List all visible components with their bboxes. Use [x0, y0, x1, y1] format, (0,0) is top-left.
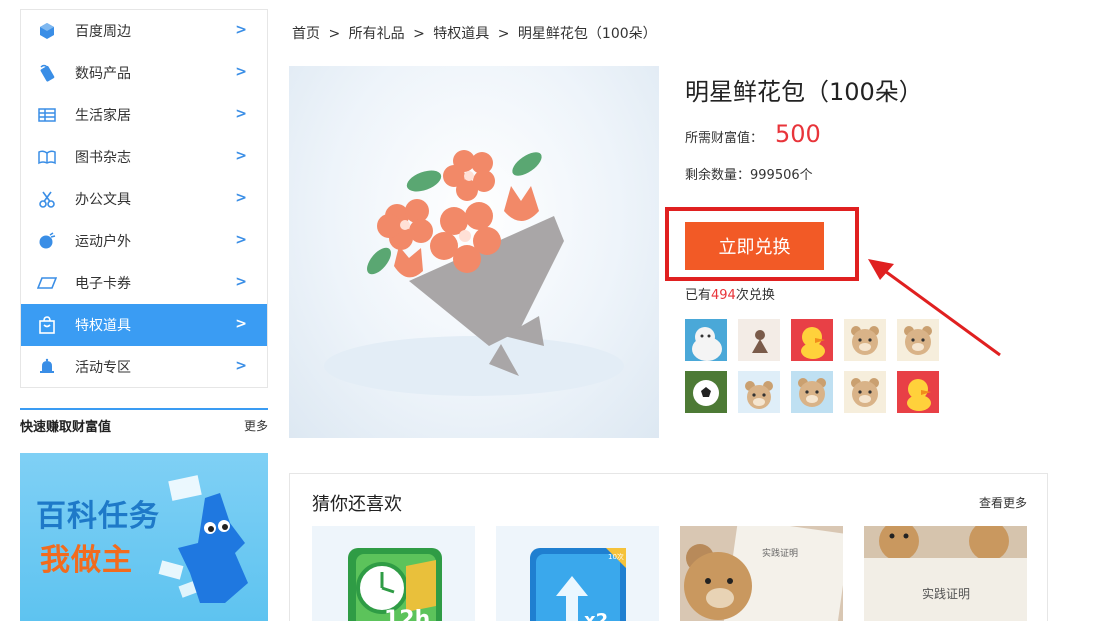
- product-image: [289, 66, 659, 438]
- breadcrumb-separator: >: [328, 26, 341, 42]
- count-suffix: 次兑换: [735, 288, 775, 303]
- avatar[interactable]: [897, 319, 939, 361]
- recommend-item[interactable]: 实践证明: [680, 526, 843, 621]
- sidebar-item-label: 运动户外: [75, 234, 131, 250]
- chevron-right-icon: >: [235, 358, 247, 374]
- redeemer-avatars: [685, 319, 945, 413]
- sidebar-item-label: 电子卡券: [75, 276, 131, 292]
- cube-icon: [37, 21, 57, 41]
- category-sidebar: 百度周边 > 数码产品 > 生活家居 > 图书杂志 > 办公文具 > 运动户外 …: [20, 9, 268, 388]
- double-label: x2: [584, 610, 608, 621]
- stock-label: 剩余数量：: [685, 168, 751, 183]
- avatar[interactable]: [791, 319, 833, 361]
- bell-icon: [37, 357, 57, 377]
- breadcrumb-current: 明星鲜花包（100朵）: [517, 26, 657, 42]
- sidebar-item-sports[interactable]: 运动户外 >: [21, 220, 267, 262]
- sidebar-item-books[interactable]: 图书杂志 >: [21, 136, 267, 178]
- recommend-item[interactable]: 12h: [312, 526, 475, 621]
- price-label: 所需财富值：: [685, 131, 764, 146]
- certificate-label: 实践证明: [922, 586, 970, 601]
- sidebar-item-home[interactable]: 生活家居 >: [21, 94, 267, 136]
- redeem-button[interactable]: 立即兑换: [685, 222, 824, 270]
- chevron-right-icon: >: [235, 232, 247, 248]
- page: 百度周边 > 数码产品 > 生活家居 > 图书杂志 > 办公文具 > 运动户外 …: [0, 0, 1098, 621]
- chevron-right-icon: >: [235, 274, 247, 290]
- count-number: 494: [711, 288, 736, 303]
- scissors-icon: [37, 189, 57, 209]
- ball-icon: [37, 231, 57, 251]
- sidebar-item-label: 百度周边: [75, 24, 131, 40]
- certificate-bears-image: 实践证明: [864, 526, 1027, 621]
- chevron-right-icon: >: [235, 190, 247, 206]
- count-prefix: 已有: [685, 288, 712, 303]
- recommend-item[interactable]: 实践证明: [864, 526, 1027, 621]
- chevron-right-icon: >: [235, 22, 247, 38]
- sidebar-item-privilege[interactable]: 特权道具 >: [21, 304, 267, 346]
- quick-earn-title: 快速赚取财富值: [20, 419, 112, 435]
- clock-card-image: 12h: [312, 526, 475, 621]
- price-value: 500: [775, 120, 821, 148]
- sidebar-item-label: 特权道具: [75, 318, 131, 334]
- sidebar-item-label: 生活家居: [75, 108, 131, 124]
- banner-line1: 百科任务: [36, 499, 160, 534]
- price-row: 所需财富值： 500: [685, 120, 821, 148]
- double-badge: 10次: [608, 552, 624, 561]
- certificate-label: 实践证明: [762, 547, 798, 559]
- avatar[interactable]: [897, 371, 939, 413]
- avatar[interactable]: [685, 371, 727, 413]
- breadcrumb: 首页 > 所有礼品 > 特权道具 > 明星鲜花包（100朵）: [292, 23, 661, 43]
- chevron-right-icon: >: [235, 64, 247, 80]
- quick-earn-more-link[interactable]: 更多: [244, 417, 268, 434]
- product-title: 明星鲜花包（100朵）: [685, 78, 923, 106]
- double-card-image: x2 10次: [496, 526, 659, 621]
- sidebar-item-baidu-merch[interactable]: 百度周边 >: [21, 10, 267, 52]
- banner-line2: 我做主: [40, 543, 133, 578]
- avatar[interactable]: [738, 319, 780, 361]
- clock-label: 12h: [384, 607, 430, 621]
- bag-icon: [37, 315, 57, 335]
- bouquet-illustration: [324, 150, 624, 396]
- avatar[interactable]: [844, 371, 886, 413]
- phone-icon: [37, 63, 57, 83]
- quick-earn-header: 快速赚取财富值 更多: [20, 408, 268, 440]
- table-icon: [37, 105, 57, 125]
- chevron-right-icon: >: [235, 316, 247, 332]
- sidebar-item-label: 数码产品: [75, 66, 131, 82]
- sidebar-item-label: 活动专区: [75, 360, 131, 376]
- chevron-right-icon: >: [235, 148, 247, 164]
- breadcrumb-home[interactable]: 首页: [292, 26, 320, 42]
- stock-value: 999506个: [750, 168, 813, 183]
- stock-row: 剩余数量：999506个: [685, 164, 813, 183]
- breadcrumb-separator: >: [413, 26, 425, 42]
- sidebar-item-ecards[interactable]: 电子卡券 >: [21, 262, 267, 304]
- recommendations-more-link[interactable]: 查看更多: [979, 494, 1027, 511]
- avatar[interactable]: [738, 371, 780, 413]
- task-banner[interactable]: 百科任务 我做主: [20, 453, 268, 621]
- sidebar-item-events[interactable]: 活动专区 >: [21, 346, 267, 388]
- recommendations-panel: 猜你还喜欢 查看更多 12h x2 10次 实践证明 实践证明: [289, 473, 1048, 621]
- breadcrumb-privilege[interactable]: 特权道具: [433, 26, 489, 42]
- avatar[interactable]: [685, 319, 727, 361]
- breadcrumb-all-gifts[interactable]: 所有礼品: [349, 26, 405, 42]
- avatar[interactable]: [844, 319, 886, 361]
- redeem-count: 已有494次兑换: [685, 284, 775, 303]
- recommendations-title: 猜你还喜欢: [312, 494, 402, 515]
- sidebar-item-digital[interactable]: 数码产品 >: [21, 52, 267, 94]
- sidebar-item-label: 图书杂志: [75, 150, 131, 166]
- sidebar-item-office[interactable]: 办公文具 >: [21, 178, 267, 220]
- sidebar-item-label: 办公文具: [75, 192, 131, 208]
- chevron-right-icon: >: [235, 106, 247, 122]
- recommend-item[interactable]: x2 10次: [496, 526, 659, 621]
- avatar[interactable]: [791, 371, 833, 413]
- card-icon: [37, 273, 57, 293]
- book-icon: [37, 147, 57, 167]
- certificate-bear-image: 实践证明: [680, 526, 843, 621]
- breadcrumb-separator: >: [497, 26, 510, 42]
